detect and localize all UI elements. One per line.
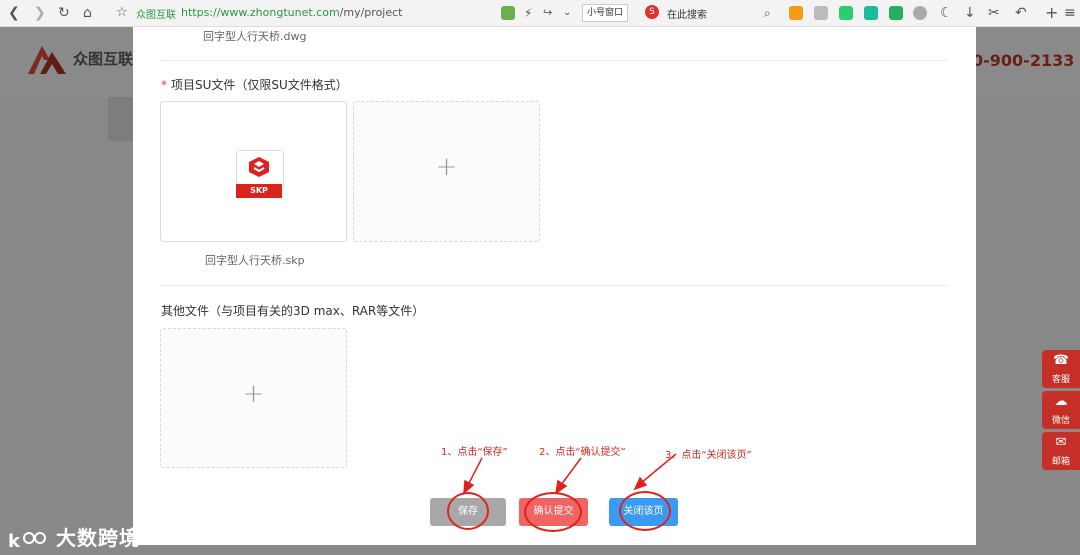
float-mail-button[interactable]: ✉ 邮箱	[1042, 432, 1080, 470]
new-tab-icon[interactable]: +	[1045, 5, 1058, 21]
address-url[interactable]: https://www.zhongtunet.com/my/project	[181, 6, 403, 19]
share-icon[interactable]: ↪	[543, 5, 552, 21]
float-wechat-label: 微信	[1051, 416, 1070, 426]
annotation-circle-save	[447, 492, 489, 530]
undo-icon[interactable]: ↶	[1015, 5, 1027, 21]
wechat-extension-icon[interactable]	[839, 6, 853, 20]
float-wechat-button[interactable]: ☁ 微信	[1042, 391, 1080, 429]
watermark-logo-icon: k	[8, 531, 46, 552]
upload-modal: 回字型人行天桥.dwg * 项目SU文件（仅限SU文件格式） SKP + 回字型人…	[133, 27, 976, 545]
lightning-icon[interactable]: ⚡	[524, 5, 532, 21]
search-engine-icon[interactable]: S	[645, 5, 659, 19]
annotation-circle-confirm	[524, 492, 582, 532]
site-name: 众图互联	[73, 50, 134, 68]
search-icon[interactable]: ⌕	[764, 5, 771, 21]
green-extension-icon[interactable]	[889, 6, 903, 20]
game-icon[interactable]	[789, 6, 803, 20]
float-service-label: 客服	[1051, 375, 1070, 385]
wechat-icon: ☁	[1054, 394, 1068, 409]
forward-icon[interactable]: ❯	[34, 5, 46, 21]
annotation-circle-close	[619, 491, 671, 531]
download-icon[interactable]: ↓	[964, 5, 976, 21]
url-path: /my/project	[339, 6, 403, 19]
site-logo-icon	[28, 46, 66, 74]
back-icon[interactable]: ❮	[8, 5, 20, 21]
home-icon[interactable]: ⌂	[83, 5, 92, 21]
chevron-down-icon[interactable]: ⌄	[563, 5, 571, 21]
mail-icon: ✉	[1055, 435, 1067, 450]
reader-icon[interactable]	[501, 6, 515, 20]
annotation-arrows	[463, 453, 677, 495]
site-phone: 0-900-2133	[972, 51, 1075, 70]
headset-icon: ☎	[1052, 353, 1070, 368]
reload-icon[interactable]: ↻	[58, 5, 70, 21]
search-input[interactable]: 在此搜索	[667, 6, 707, 21]
cloud-icon[interactable]	[814, 6, 828, 20]
browser-toolbar: ❮ ❯ ↻ ⌂ ☆ 众图互联 https://www.zhongtunet.co…	[0, 0, 1080, 27]
abp-icon[interactable]	[913, 6, 927, 20]
watermark-text: 大数跨境	[55, 526, 140, 550]
chat-extension-icon[interactable]	[864, 6, 878, 20]
url-host: https://www.zhongtunet.com	[181, 6, 340, 19]
address-site-name[interactable]: 众图互联	[136, 6, 176, 21]
moon-icon[interactable]: ☾	[940, 5, 953, 21]
scissors-icon[interactable]: ✂	[988, 5, 1000, 21]
watermark: k 大数跨境	[8, 522, 140, 552]
float-service-button[interactable]: ☎ 客服	[1042, 350, 1080, 388]
menu-icon[interactable]: ≡	[1064, 5, 1076, 21]
small-window-button[interactable]: 小号窗口	[582, 4, 628, 22]
float-mail-label: 邮箱	[1051, 457, 1070, 467]
svg-text:k: k	[8, 531, 21, 552]
star-icon[interactable]: ☆	[116, 5, 128, 21]
